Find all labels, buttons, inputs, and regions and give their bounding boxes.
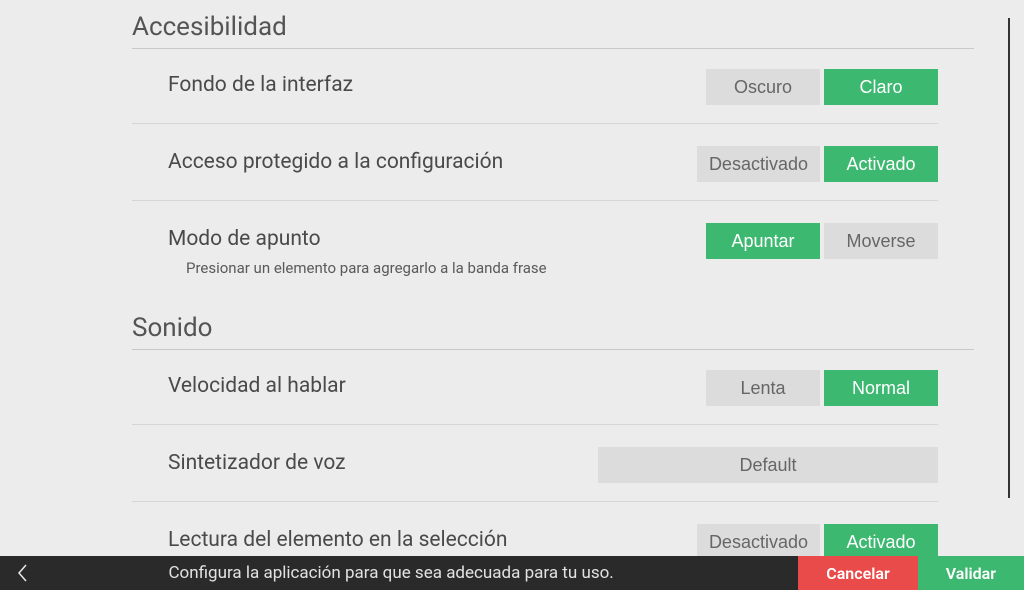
- toggle-option-disabled[interactable]: Desactivado: [697, 524, 820, 556]
- setting-label: Fondo de la interfaz: [168, 69, 353, 97]
- toggle-option-slow[interactable]: Lenta: [706, 370, 820, 406]
- section-divider: [132, 48, 974, 49]
- toggle-option-enabled[interactable]: Activado: [824, 524, 938, 556]
- toggle-option-point[interactable]: Apuntar: [706, 223, 820, 259]
- toggle-read-on-select: Desactivado Activado: [697, 524, 938, 556]
- section-divider: [132, 349, 974, 350]
- setting-interface-background: Fondo de la interfaz Oscuro Claro: [132, 69, 938, 124]
- setting-label: Velocidad al hablar: [168, 370, 346, 398]
- setting-label: Acceso protegido a la configuración: [168, 146, 503, 174]
- setting-label: Modo de apunto: [168, 223, 547, 251]
- setting-pointing-mode: Modo de apunto Presionar un elemento par…: [132, 223, 938, 285]
- toggle-option-enabled[interactable]: Activado: [824, 146, 938, 182]
- toggle-option-move[interactable]: Moverse: [824, 223, 938, 259]
- footer-text: Configura la aplicación para que sea ade…: [44, 556, 798, 590]
- setting-sublabel: Presionar un elemento para agregarlo a l…: [186, 259, 547, 277]
- chevron-left-icon: [16, 563, 28, 583]
- section-title-sound: Sonido: [132, 313, 976, 343]
- scroll-indicator[interactable]: [1008, 18, 1010, 498]
- select-voice-synth[interactable]: Default: [598, 447, 938, 483]
- setting-protected-access: Acceso protegido a la configuración Desa…: [132, 146, 938, 201]
- setting-read-on-select: Lectura del elemento en la selección Des…: [132, 524, 938, 556]
- setting-speech-speed: Velocidad al hablar Lenta Normal: [132, 370, 938, 425]
- toggle-option-dark[interactable]: Oscuro: [706, 69, 820, 105]
- toggle-pointing-mode: Apuntar Moverse: [706, 223, 938, 259]
- section-title-accessibility: Accesibilidad: [132, 12, 976, 42]
- setting-voice-synth: Sintetizador de voz Default: [132, 447, 938, 502]
- setting-label: Sintetizador de voz: [168, 447, 346, 475]
- toggle-speech-speed: Lenta Normal: [706, 370, 938, 406]
- footer-bar: Configura la aplicación para que sea ade…: [0, 556, 1024, 590]
- validate-button[interactable]: Validar: [918, 556, 1024, 590]
- cancel-button[interactable]: Cancelar: [798, 556, 917, 590]
- toggle-option-light[interactable]: Claro: [824, 69, 938, 105]
- toggle-interface-background: Oscuro Claro: [706, 69, 938, 105]
- toggle-option-disabled[interactable]: Desactivado: [697, 146, 820, 182]
- back-button[interactable]: [0, 556, 44, 590]
- toggle-option-normal[interactable]: Normal: [824, 370, 938, 406]
- setting-label: Lectura del elemento en la selección: [168, 524, 507, 552]
- toggle-protected-access: Desactivado Activado: [697, 146, 938, 182]
